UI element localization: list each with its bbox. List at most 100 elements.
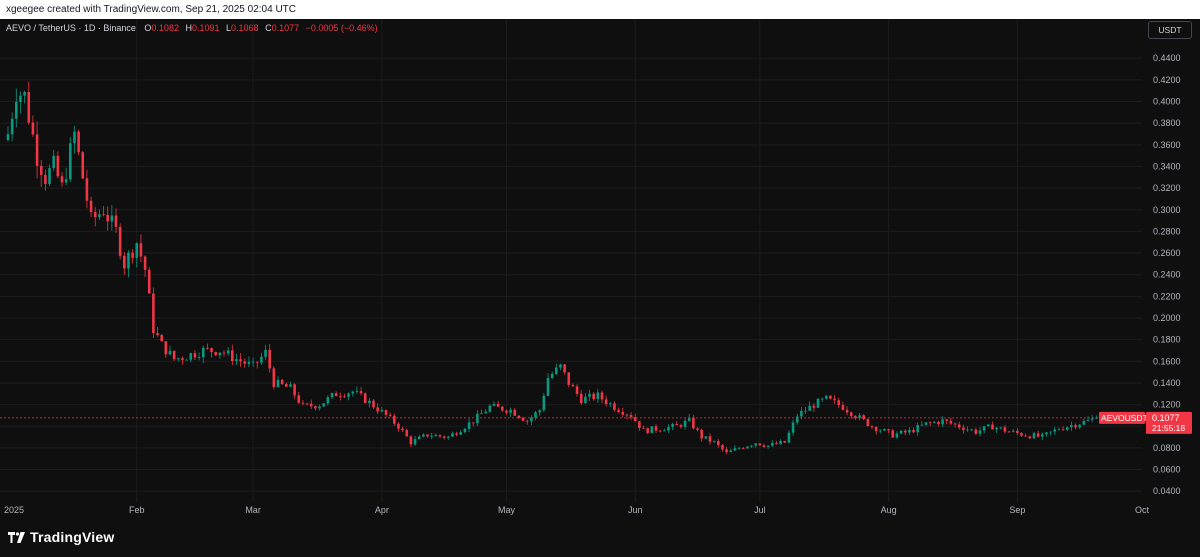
candle: [98, 209, 101, 220]
candle: [463, 427, 467, 434]
candle: [879, 429, 882, 434]
candle: [592, 392, 595, 401]
candle: [762, 443, 766, 448]
currency-unit-button[interactable]: USDT: [1148, 21, 1192, 39]
candle: [455, 431, 458, 437]
candle: [571, 383, 575, 387]
candle: [521, 416, 525, 422]
candle: [451, 431, 454, 437]
time-axis[interactable]: 2025 Feb Mar Apr May Jun Jul Aug Sep Oct: [4, 505, 1149, 515]
candle: [787, 430, 791, 444]
candle: [102, 205, 105, 217]
candle: [297, 391, 301, 405]
candle: [81, 150, 85, 179]
candle: [314, 405, 317, 411]
candle: [891, 428, 895, 438]
candle: [1090, 415, 1094, 423]
candle: [995, 426, 998, 433]
price-tick-label: 0.4400: [1153, 53, 1181, 63]
candle: [870, 425, 874, 430]
candle: [388, 412, 392, 418]
candle: [638, 421, 641, 431]
candle: [895, 431, 899, 439]
candle: [1020, 432, 1023, 437]
candle: [276, 376, 280, 388]
candle: [530, 415, 533, 425]
candle: [1061, 426, 1065, 431]
chart-svg[interactable]: 0.4400 0.4200 0.4000 0.3800 0.3600 0.3400 0.32…: [0, 19, 1200, 521]
candle: [908, 427, 911, 435]
candle: [837, 397, 841, 409]
candle: [621, 407, 625, 418]
candle: [513, 408, 517, 417]
candle: [35, 121, 39, 179]
candle: [646, 427, 649, 435]
legend-close-label: C: [265, 23, 272, 33]
legend-low-value: 0.1068: [231, 23, 259, 33]
candle: [467, 418, 471, 433]
footer: [0, 521, 1200, 557]
candle: [293, 383, 296, 399]
price-tick-label: 0.2200: [1153, 291, 1181, 301]
candle: [52, 149, 55, 172]
candle: [1036, 430, 1040, 438]
time-tick-label: Jul: [754, 505, 766, 515]
candle: [741, 446, 745, 450]
candle: [6, 126, 10, 142]
candle: [779, 439, 782, 445]
price-tick-label: 0.3000: [1153, 205, 1181, 215]
candle: [1041, 432, 1044, 441]
candle: [617, 407, 620, 414]
candle: [1095, 415, 1098, 420]
candle: [289, 381, 292, 387]
candle: [73, 125, 76, 154]
candle: [1082, 418, 1086, 426]
price-tick-label: 0.1200: [1153, 400, 1181, 410]
candle: [143, 255, 147, 278]
candle: [1028, 435, 1032, 440]
candle: [480, 409, 483, 415]
candle: [663, 428, 666, 432]
candle: [754, 443, 757, 448]
price-tag-symbol: AEVOUSDT: [1101, 413, 1148, 423]
candle: [355, 386, 359, 394]
candle: [534, 410, 537, 421]
time-tick-label: Oct: [1135, 505, 1150, 515]
candle: [791, 419, 795, 436]
price-tick-label: 0.1400: [1153, 378, 1181, 388]
candle: [1032, 431, 1036, 439]
legend-open-value: 0.1082: [151, 23, 179, 33]
candle: [309, 399, 313, 409]
candle: [405, 428, 409, 437]
candle: [1070, 421, 1073, 431]
candle: [829, 395, 832, 400]
chart-frame: xgeegee created with TradingView.com, Se…: [0, 0, 1200, 557]
candle: [999, 426, 1003, 429]
candle: [239, 353, 242, 367]
candle: [588, 389, 591, 402]
candle: [579, 389, 583, 406]
price-tick-label: 0.3600: [1153, 140, 1181, 150]
tradingview-logo[interactable]: TradingView: [8, 529, 114, 545]
time-tick-label: Feb: [129, 505, 145, 515]
candle: [351, 390, 355, 397]
candle: [334, 391, 338, 397]
candle: [746, 446, 749, 449]
price-axis[interactable]: 0.4400 0.4200 0.4000 0.3800 0.3600 0.3400 0.32…: [1142, 19, 1200, 521]
candle: [683, 418, 687, 430]
candle: [181, 356, 184, 365]
candle: [712, 440, 716, 443]
candle: [235, 353, 238, 366]
candle: [833, 394, 836, 405]
candle: [272, 366, 276, 390]
candle: [613, 401, 616, 412]
time-tick-label: Aug: [881, 505, 897, 515]
candle: [692, 414, 695, 430]
candle: [650, 426, 654, 434]
candle: [1045, 431, 1048, 437]
candle: [874, 426, 878, 435]
candle: [69, 136, 72, 183]
candle: [825, 395, 828, 400]
candle: [64, 167, 68, 186]
candle: [546, 373, 550, 397]
